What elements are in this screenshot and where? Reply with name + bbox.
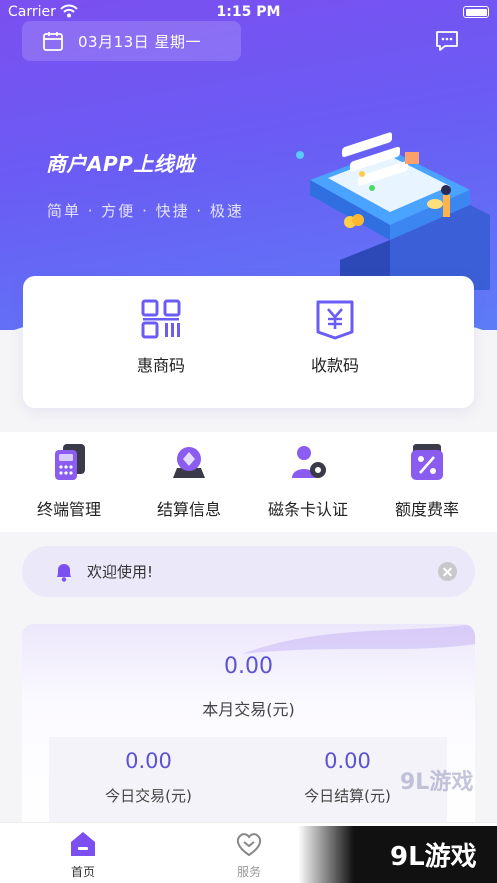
menu-item-rate[interactable]: 额度费率 (367, 442, 487, 520)
clock: 1:15 PM (216, 4, 281, 20)
close-icon[interactable] (438, 562, 457, 581)
menu-item-label: 结算信息 (156, 500, 221, 519)
receive-code-button[interactable]: 收款码 (275, 298, 395, 376)
date-text: 03月13日 星期一 (78, 32, 201, 51)
quick-action-card: 惠商码 收款码 (23, 276, 474, 408)
calendar-icon (43, 32, 63, 51)
tab-home[interactable]: 首页 (43, 829, 123, 880)
quick-action-label: 惠商码 (136, 356, 185, 375)
battery-icon (463, 6, 489, 18)
today-trade-label: 今日交易(元) (105, 787, 192, 805)
watermark-logo-small: 9L游戏 (400, 770, 474, 795)
watermark-logo: 9L游戏 (298, 826, 497, 883)
notice-text: 欢迎使用! (87, 563, 154, 581)
tab-label: 首页 (70, 865, 95, 879)
pos-terminal-icon (55, 444, 85, 480)
menu-item-label: 额度费率 (394, 500, 459, 519)
month-trade-label: 本月交易(元) (202, 700, 295, 719)
month-trade-value: 0.00 (224, 654, 273, 679)
banner-subtitle: 简单 · 方便 · 快捷 · 极速 (47, 202, 244, 220)
settlement-icon (173, 447, 205, 478)
qr-code-icon (141, 299, 181, 339)
tab-label: 服务 (236, 865, 261, 879)
tab-service[interactable]: 服务 (209, 829, 289, 880)
menu-item-label: 磁条卡认证 (267, 500, 348, 519)
menu-item-settlement[interactable]: 结算信息 (129, 442, 249, 520)
today-trade-value: 0.00 (125, 749, 172, 773)
home-icon (71, 832, 95, 856)
menu-item-card-auth[interactable]: 磁条卡认证 (248, 442, 368, 520)
bell-icon (57, 563, 71, 582)
service-menu: 终端管理 结算信息 磁条卡认证 额度费率 (0, 432, 497, 532)
rate-icon (411, 444, 443, 480)
watermark-text: 9L游戏 (390, 842, 477, 872)
menu-item-label: 终端管理 (36, 500, 101, 519)
phone-illustration (296, 132, 490, 290)
card-auth-icon (292, 446, 326, 478)
date-pill[interactable]: 03月13日 星期一 (22, 21, 241, 61)
menu-item-terminal[interactable]: 终端管理 (9, 442, 129, 520)
service-heart-icon (236, 833, 262, 857)
quick-action-label: 收款码 (310, 356, 359, 375)
today-trade: 0.00 今日交易(元) (49, 749, 248, 806)
notice-bar[interactable]: 欢迎使用! (22, 546, 475, 597)
banner-title: 商户APP上线啦 (46, 152, 195, 176)
qr-code-button[interactable]: 惠商码 (101, 298, 221, 376)
message-icon[interactable] (434, 29, 460, 53)
yuan-receipt-icon (316, 300, 354, 340)
today-panel: 0.00 今日交易(元) 0.00 今日结算(元) (49, 737, 447, 824)
